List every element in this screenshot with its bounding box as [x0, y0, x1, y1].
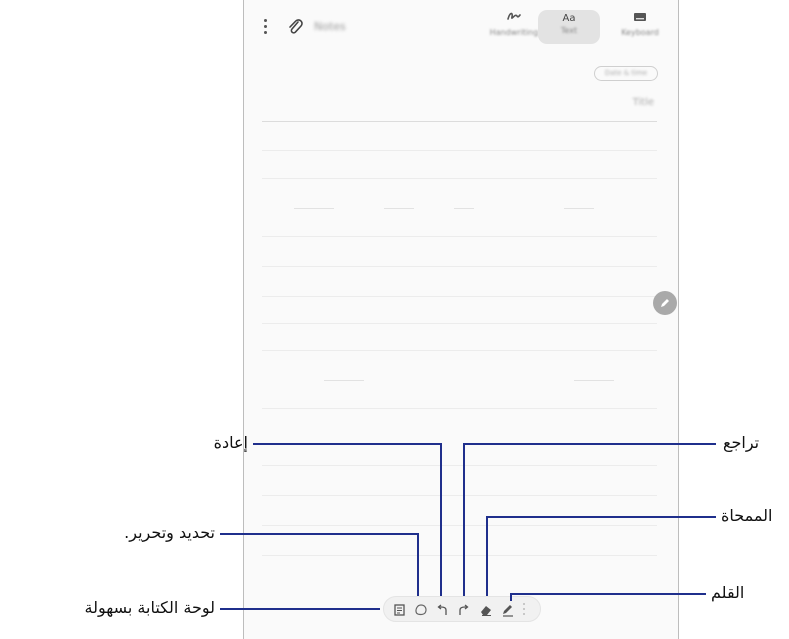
handwriting-mode-button[interactable]: Handwriting [486, 10, 542, 44]
keyboard-mode-label: Keyboard [621, 28, 659, 37]
callout-label-selection: تحديد وتحرير. [124, 523, 215, 542]
easy-writing-pad-icon[interactable] [392, 602, 408, 618]
callout-line-easy-writing-pad [220, 608, 380, 610]
text-mode-label: Text [560, 26, 578, 35]
keyboard-mode-button[interactable]: Keyboard [612, 10, 668, 44]
note-rule-line [294, 208, 334, 209]
handwriting-mode-label: Handwriting [489, 28, 539, 37]
more-options-icon[interactable] [264, 19, 268, 35]
undo-icon[interactable] [435, 602, 451, 618]
note-rule-line [262, 323, 657, 324]
callout-label-eraser: الممحاة [721, 506, 773, 525]
note-rule-line [324, 380, 364, 381]
pen-floating-button[interactable] [653, 291, 677, 315]
note-rule-line [262, 266, 657, 267]
note-rule-line [262, 150, 657, 151]
eraser-icon[interactable] [478, 602, 494, 618]
note-rule-line [262, 465, 657, 466]
selection-icon[interactable] [413, 602, 429, 618]
note-rule-line [384, 208, 414, 209]
callout-line-eraser [486, 516, 716, 518]
note-rule-line [454, 208, 474, 209]
note-app-title: Notes [314, 20, 346, 33]
callout-line-undo [463, 443, 716, 445]
callout-line-redo [440, 443, 442, 596]
top-toolbar: Notes Handwriting Aa Text Keyboard [244, 0, 678, 58]
callout-line-redo [253, 443, 441, 445]
note-rule-line [262, 408, 657, 409]
keyboard-icon [634, 13, 646, 21]
pen-toolbar [383, 596, 541, 622]
callout-line-pen [510, 593, 706, 595]
text-mode-glyph: Aa [562, 13, 576, 24]
callout-line-selection [220, 533, 418, 535]
callout-label-undo: تراجع [723, 433, 760, 452]
handwriting-icon [507, 12, 521, 20]
callout-line-pen [510, 593, 512, 601]
note-rule-line [564, 208, 594, 209]
pen-toolbar-more-icon[interactable] [523, 603, 526, 617]
pen-icon[interactable] [500, 602, 516, 618]
callout-label-redo: إعادة [213, 433, 248, 452]
note-rule-line [262, 296, 657, 297]
redo-icon[interactable] [455, 602, 471, 618]
date-time-pill: Date & time [594, 66, 658, 81]
title-underline [262, 121, 657, 122]
note-rule-line [262, 555, 657, 556]
callout-line-eraser [486, 516, 488, 596]
callout-line-selection [417, 533, 419, 596]
note-rule-line [262, 495, 657, 496]
title-field[interactable]: Title [604, 97, 654, 108]
note-rule-line [262, 525, 657, 526]
date-time-text: Date & time [604, 69, 648, 77]
note-rule-line [262, 178, 657, 179]
note-rule-line [574, 380, 614, 381]
note-rule-line [262, 236, 657, 237]
pencil-icon [661, 299, 669, 307]
notes-app-screen: Notes Handwriting Aa Text Keyboard Date … [243, 0, 679, 639]
attach-icon[interactable] [286, 18, 304, 36]
text-mode-button[interactable]: Aa Text [538, 10, 600, 44]
callout-label-easy-writing-pad: لوحة الكتابة بسهولة [84, 598, 216, 617]
callout-label-pen: القلم [711, 583, 745, 602]
note-rule-line [262, 350, 657, 351]
callout-line-undo [463, 443, 465, 596]
